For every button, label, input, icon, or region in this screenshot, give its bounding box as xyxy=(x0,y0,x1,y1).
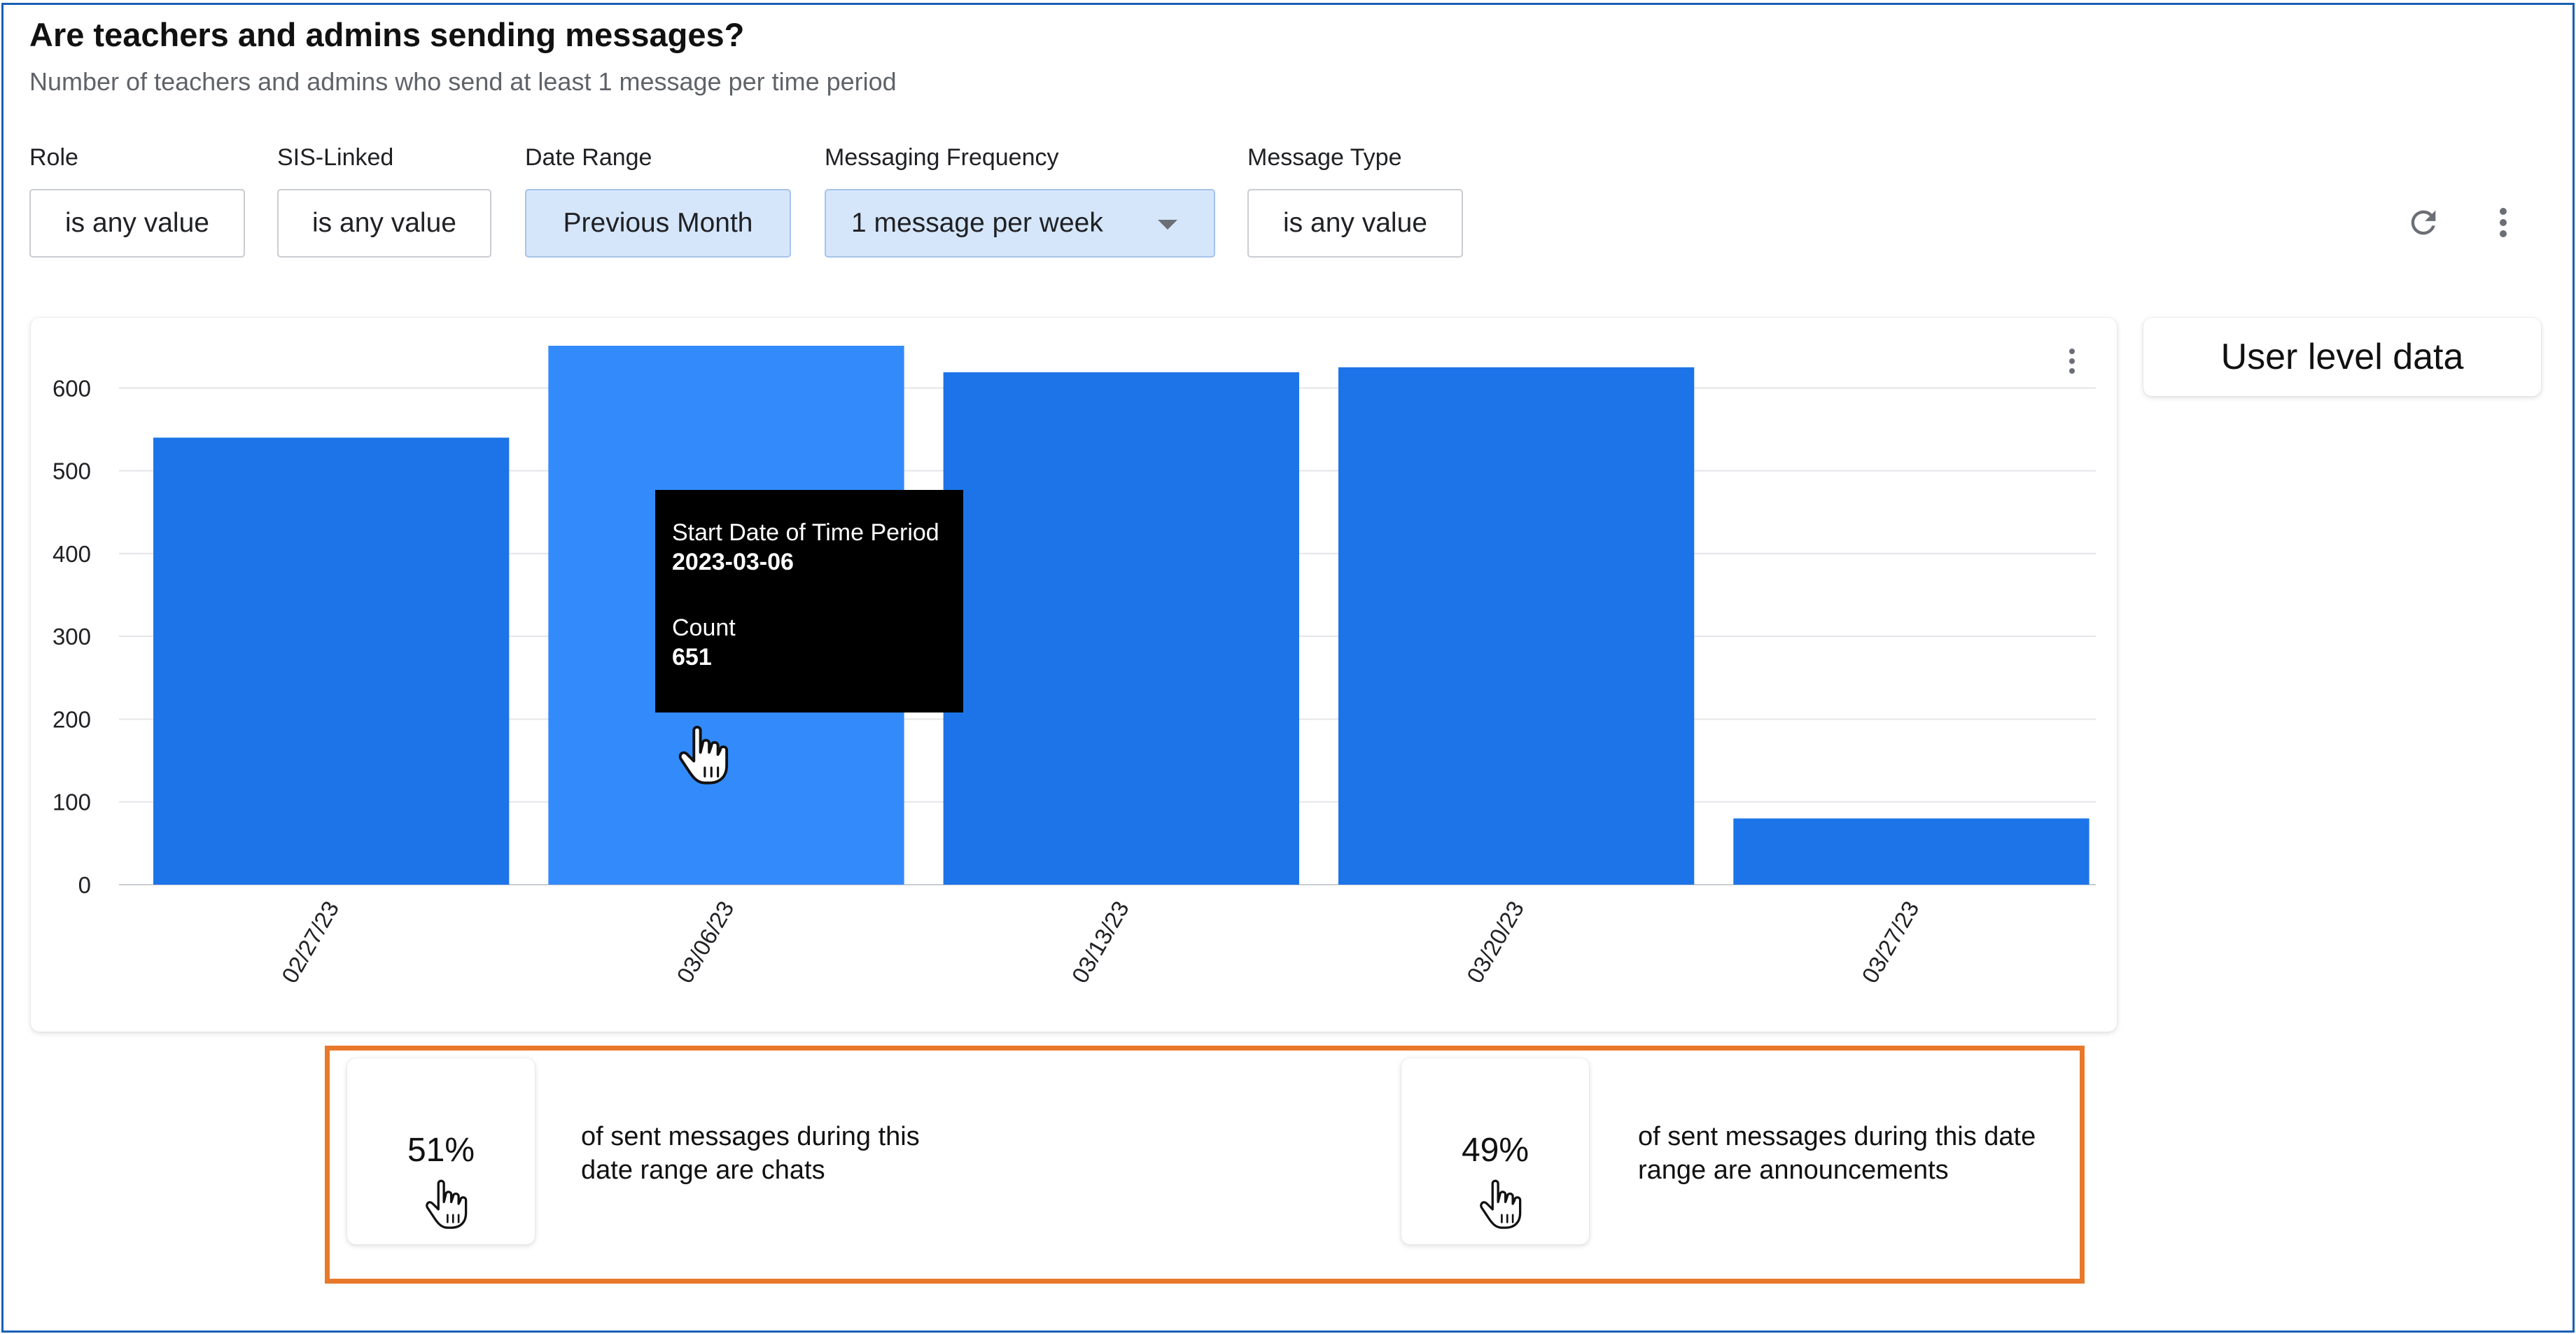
stat-card-chats[interactable]: 51% xyxy=(347,1058,535,1244)
tooltip-label-count: Count xyxy=(672,615,736,641)
stat-card-announcements[interactable]: 49% xyxy=(1401,1058,1589,1244)
x-tick-label: 03/20/23 xyxy=(1462,897,1529,988)
y-tick-label: 600 xyxy=(52,375,91,401)
bar-02-27-23[interactable] xyxy=(153,437,510,885)
filter-label-role: Role xyxy=(29,144,78,171)
x-tick-label: 02/27/23 xyxy=(276,897,344,988)
filter-role-value: is any value xyxy=(65,208,209,238)
stat-description-chats-line2: date range are chats xyxy=(581,1156,825,1185)
chart-more-vert-icon[interactable] xyxy=(2062,346,2082,377)
bar-03-13-23[interactable] xyxy=(943,372,1299,885)
bar-chart: 0 100 200 300 400 500 600 02/27/23 03/06/23 03/1… xyxy=(52,346,2096,988)
stat-description-announcements-line1: of sent messages during this date xyxy=(1638,1122,2036,1151)
tooltip-label-start-date: Start Date of Time Period xyxy=(672,519,939,546)
y-tick-label: 200 xyxy=(52,706,91,732)
filter-sis-linked-value: is any value xyxy=(312,208,456,238)
filter-date-range[interactable]: Previous Month xyxy=(525,189,791,258)
x-tick-label: 03/06/23 xyxy=(671,897,738,988)
bar-03-27-23[interactable] xyxy=(1733,818,2090,885)
filter-label-date-range: Date Range xyxy=(525,144,652,171)
filter-message-type-value: is any value xyxy=(1283,208,1427,238)
y-tick-label: 100 xyxy=(52,789,91,815)
y-tick-label: 400 xyxy=(52,541,91,567)
tooltip-value-count: 651 xyxy=(672,644,712,670)
stat-description-chats: of sent messages during this date range … xyxy=(581,1120,920,1187)
y-tick-label: 500 xyxy=(52,458,91,484)
filter-label-message-type: Message Type xyxy=(1247,144,1402,171)
chart-card: 0 100 200 300 400 500 600 02/27/23 03/06/23 03/1… xyxy=(31,318,2117,1032)
x-tick-label: 03/27/23 xyxy=(1856,897,1924,988)
filter-role[interactable]: is any value xyxy=(29,189,245,258)
hand-cursor-icon xyxy=(426,1179,468,1229)
filter-date-range-value: Previous Month xyxy=(563,208,753,238)
more-vert-icon[interactable] xyxy=(2491,204,2516,241)
stat-percent-chats: 51% xyxy=(407,1132,475,1169)
bar-03-20-23[interactable] xyxy=(1338,367,1695,885)
y-tick-label: 0 xyxy=(78,872,91,898)
stat-description-chats-line1: of sent messages during this xyxy=(581,1122,920,1151)
stat-description-announcements-line2: range are announcements xyxy=(1638,1156,1949,1185)
page-title: Are teachers and admins sending messages… xyxy=(29,16,745,53)
stat-percent-announcements: 49% xyxy=(1461,1132,1530,1169)
filter-sis-linked[interactable]: is any value xyxy=(277,189,491,258)
user-level-data-label: User level data xyxy=(2220,337,2464,377)
filter-message-type[interactable]: is any value xyxy=(1247,189,1463,258)
page-subtitle: Number of teachers and admins who send a… xyxy=(29,67,897,96)
hand-cursor-icon xyxy=(678,726,729,785)
chevron-down-icon xyxy=(1158,220,1177,230)
filter-label-messaging-frequency: Messaging Frequency xyxy=(825,144,1059,171)
filter-messaging-frequency-value: 1 message per week xyxy=(851,208,1103,238)
stat-description-announcements: of sent messages during this date range … xyxy=(1638,1120,2036,1187)
filter-label-sis-linked: SIS-Linked xyxy=(277,144,394,171)
hand-cursor-icon xyxy=(1480,1179,1522,1229)
filter-messaging-frequency[interactable]: 1 message per week xyxy=(825,189,1215,258)
user-level-data-button[interactable]: User level data xyxy=(2143,318,2541,396)
x-tick-label: 03/13/23 xyxy=(1067,897,1134,988)
y-tick-label: 300 xyxy=(52,624,91,650)
tooltip-value-start-date: 2023-03-06 xyxy=(672,549,794,575)
refresh-icon[interactable] xyxy=(2405,204,2442,241)
chart-tooltip: Start Date of Time Period 2023-03-06 Cou… xyxy=(655,490,963,712)
